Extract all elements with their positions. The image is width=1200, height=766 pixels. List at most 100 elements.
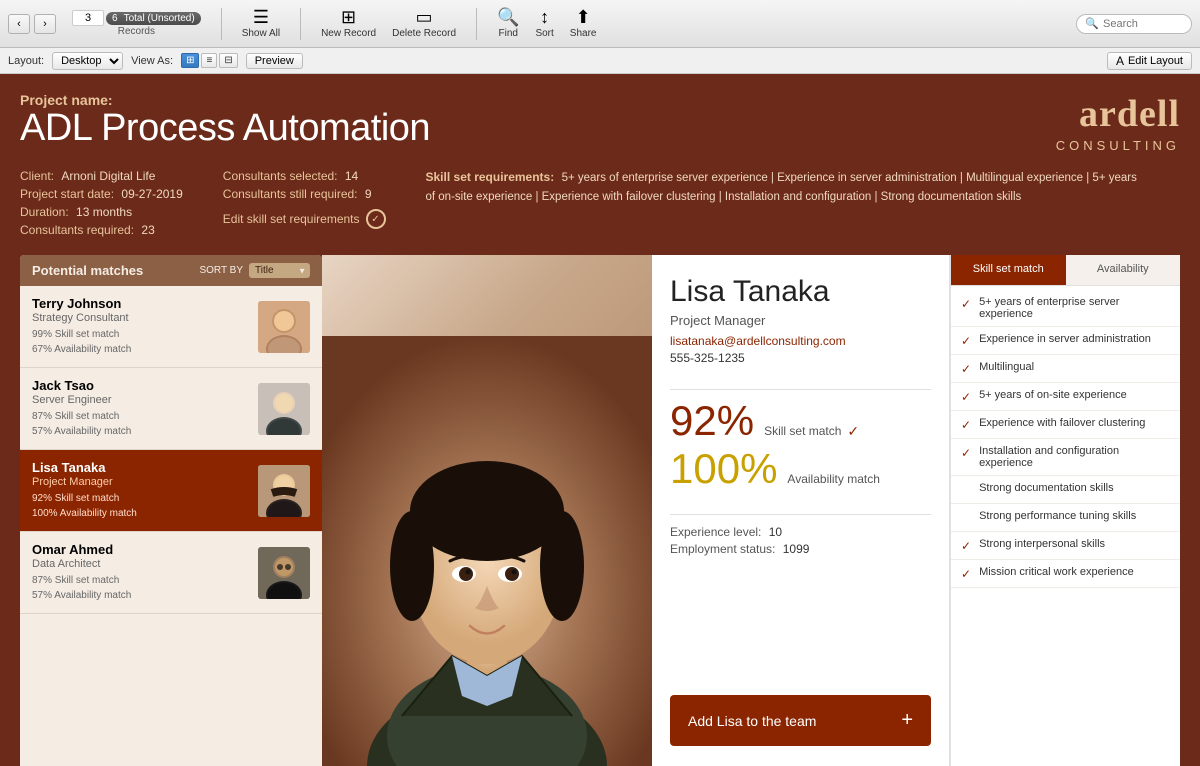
sort-by-label: SORT BY: [199, 265, 243, 276]
duration-value: 13 months: [76, 205, 132, 219]
tab-skill-set-match[interactable]: Skill set match: [951, 255, 1066, 285]
skill-label-3: Multilingual: [979, 361, 1034, 373]
skill-score-row: 92% Skill set match ✓: [670, 400, 931, 442]
next-record-button[interactable]: ›: [34, 14, 56, 34]
record-number-input[interactable]: 3: [72, 10, 104, 26]
exp-level-row: Experience level: 10: [670, 525, 931, 539]
match-item-terry[interactable]: Terry Johnson Strategy Consultant 99% Sk…: [20, 286, 322, 368]
sort-label: Sort: [535, 28, 553, 39]
layout-select[interactable]: Desktop: [52, 52, 123, 70]
search-input[interactable]: [1103, 18, 1183, 30]
skill-item-10: ✓ Mission critical work experience: [951, 560, 1180, 588]
skill-check-10: ✓: [961, 567, 971, 581]
skill-label-5: Experience with failover clustering: [979, 417, 1145, 429]
show-all-icon: ☰: [253, 8, 269, 26]
main-content: Project name: ADL Process Automation ard…: [0, 74, 1200, 766]
client-row: Client: Arnoni Digital Life: [20, 169, 183, 183]
sort-select[interactable]: Title Name Match %: [249, 263, 310, 278]
new-record-action[interactable]: ⊞ New Record: [321, 8, 376, 39]
match-title-jack: Server Engineer: [32, 394, 248, 406]
edit-layout-label: Edit Layout: [1128, 55, 1183, 67]
ardell-logo: ardell CONSULTING: [1056, 92, 1180, 153]
skills-tabs: Skill set match Availability: [951, 255, 1180, 286]
delete-record-action[interactable]: ▭ Delete Record: [392, 8, 456, 39]
sort-action[interactable]: ↕ Sort: [535, 8, 553, 39]
skill-item-2: ✓ Experience in server administration: [951, 327, 1180, 355]
find-action[interactable]: 🔍 Find: [497, 8, 519, 39]
edit-skills-row[interactable]: Edit skill set requirements ✓: [223, 209, 386, 229]
header-section: Project name: ADL Process Automation ard…: [20, 92, 1180, 153]
match-item-jack[interactable]: Jack Tsao Server Engineer 87% Skill set …: [20, 368, 322, 450]
skill-label-7: Strong documentation skills: [979, 482, 1114, 494]
skill-match-pct: 92%: [670, 400, 754, 442]
start-date-value: 09-27-2019: [121, 187, 182, 201]
skill-item-8: ✓ Strong performance tuning skills: [951, 504, 1180, 532]
divider-3: [476, 8, 477, 40]
find-icon: 🔍: [497, 8, 519, 26]
share-action[interactable]: ⬆ Share: [570, 8, 597, 39]
match-name-terry: Terry Johnson: [32, 296, 248, 311]
sort-icon: ↕: [540, 8, 549, 26]
match-photo-jack: [258, 383, 310, 435]
skill-check-icon: ✓: [847, 423, 859, 440]
skills-list: ✓ 5+ years of enterprise server experien…: [951, 286, 1180, 766]
consultants-still-required-value: 9: [365, 187, 372, 201]
skill-label-6: Installation and configuration experienc…: [979, 445, 1170, 469]
edit-skills-icon: ✓: [366, 209, 386, 229]
duration-row: Duration: 13 months: [20, 205, 183, 219]
consultants-required-label: Consultants required:: [20, 223, 134, 237]
ardell-consulting: CONSULTING: [1056, 138, 1180, 154]
show-all-action[interactable]: ☰ Show All: [242, 8, 280, 39]
find-label: Find: [499, 28, 518, 39]
match-item-lisa[interactable]: Lisa Tanaka Project Manager 92% Skill se…: [20, 450, 322, 532]
preview-button[interactable]: Preview: [246, 53, 303, 69]
match-item-omar[interactable]: Omar Ahmed Data Architect 87% Skill set …: [20, 532, 322, 614]
person-info: Lisa Tanaka Project Manager lisatanaka@a…: [652, 255, 950, 766]
exp-level-label: Experience level:: [670, 525, 761, 539]
project-name: ADL Process Automation: [20, 108, 430, 150]
meta-col-left: Client: Arnoni Digital Life Project star…: [20, 169, 183, 241]
skill-item-6: ✓ Installation and configuration experie…: [951, 439, 1180, 476]
view-icon-grid[interactable]: ⊞: [181, 53, 199, 68]
match-info-terry: Terry Johnson Strategy Consultant 99% Sk…: [32, 296, 248, 357]
new-record-label: New Record: [321, 28, 376, 39]
skill-label-9: Strong interpersonal skills: [979, 538, 1105, 550]
match-title-omar: Data Architect: [32, 558, 248, 570]
add-to-team-button[interactable]: Add Lisa to the team +: [670, 695, 931, 746]
emp-status-row: Employment status: 1099: [670, 542, 931, 556]
client-label: Client:: [20, 169, 54, 183]
matches-title: Potential matches: [32, 263, 143, 278]
tab-availability[interactable]: Availability: [1066, 255, 1181, 285]
match-name-omar: Omar Ahmed: [32, 542, 248, 557]
person-phone: 555-325-1235: [670, 351, 931, 365]
match-title-lisa: Project Manager: [32, 476, 248, 488]
match-name-jack: Jack Tsao: [32, 378, 248, 393]
client-value: Arnoni Digital Life: [61, 169, 155, 183]
share-label: Share: [570, 28, 597, 39]
view-icon-list[interactable]: ≡: [201, 53, 217, 68]
match-name-lisa: Lisa Tanaka: [32, 460, 248, 475]
record-counter: 3 6 Total (Unsorted): [72, 10, 201, 26]
search-box[interactable]: 🔍: [1076, 14, 1192, 34]
divider-2: [300, 8, 301, 40]
skill-label-2: Experience in server administration: [979, 333, 1151, 345]
lisa-photo-svg: [258, 465, 310, 517]
records-group: 3 6 Total (Unsorted) Records: [72, 10, 201, 37]
prev-record-button[interactable]: ‹: [8, 14, 30, 34]
match-photo-omar: [258, 547, 310, 599]
duration-label: Duration:: [20, 205, 69, 219]
edit-layout-button[interactable]: A Edit Layout: [1107, 52, 1192, 70]
new-record-icon: ⊞: [341, 8, 356, 26]
skill-item-5: ✓ Experience with failover clustering: [951, 411, 1180, 439]
skill-check-5: ✓: [961, 418, 971, 432]
bottom-section: Potential matches SORT BY Title Name Mat…: [20, 255, 1180, 766]
view-icon-table[interactable]: ⊟: [219, 53, 237, 68]
person-email[interactable]: lisatanaka@ardellconsulting.com: [670, 334, 931, 348]
person-photo-svg: [322, 336, 652, 766]
skill-label-8: Strong performance tuning skills: [979, 510, 1136, 522]
match-pct-lisa: 92% Skill set match100% Availability mat…: [32, 491, 248, 521]
consultants-selected-value: 14: [345, 169, 358, 183]
skill-item-1: ✓ 5+ years of enterprise server experien…: [951, 290, 1180, 327]
delete-record-label: Delete Record: [392, 28, 456, 39]
exp-level-value: 10: [769, 525, 782, 539]
